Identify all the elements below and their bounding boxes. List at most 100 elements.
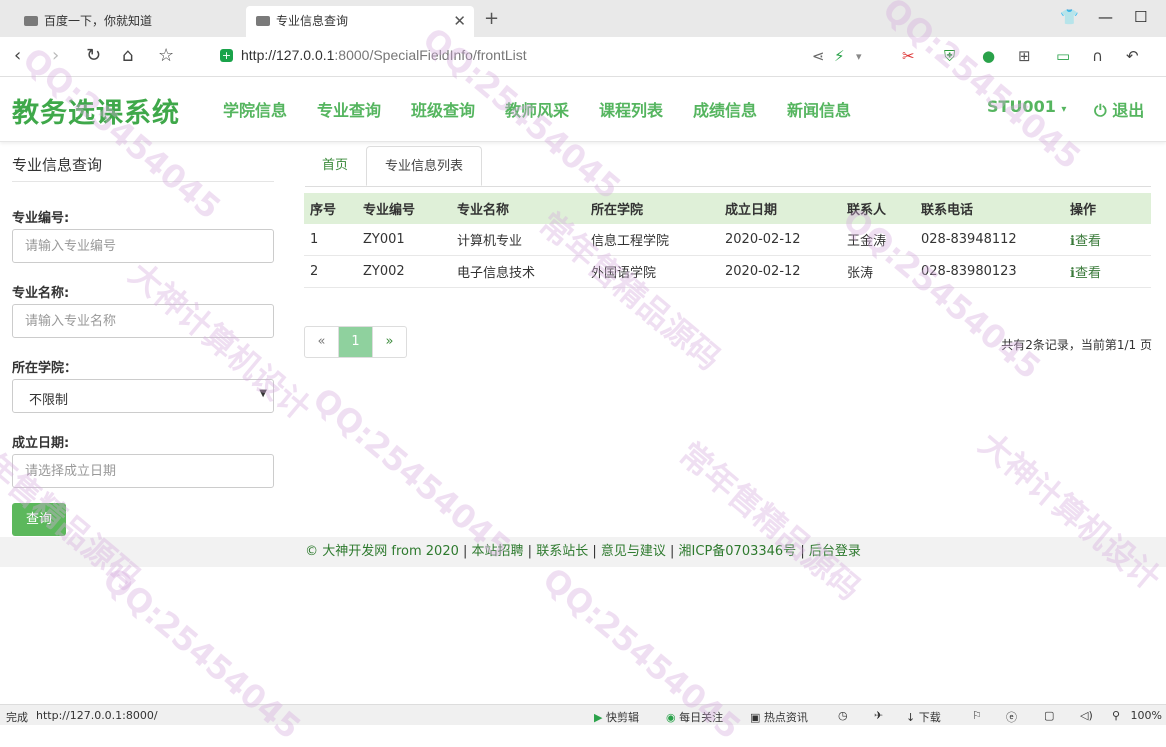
nav-major-query[interactable]: 专业查询 xyxy=(317,97,381,121)
footer-link-feedback[interactable]: 意见与建议 xyxy=(601,544,666,559)
user-menu[interactable]: STU001 ▾ xyxy=(987,97,1066,116)
tab-divider xyxy=(305,186,1151,187)
lightning-icon[interactable]: ⚡ xyxy=(834,47,845,65)
cell: 外国语学院 xyxy=(585,255,719,288)
nav-news[interactable]: 新闻信息 xyxy=(787,97,851,121)
footer-copyright: © 大神开发网 from 2020 xyxy=(305,544,459,559)
sidebar-title: 专业信息查询 xyxy=(12,156,103,174)
date-label: 成立日期: xyxy=(12,436,70,451)
nav-class-query[interactable]: 班级查询 xyxy=(411,97,475,121)
pager-prev[interactable]: « xyxy=(305,327,339,357)
nav-teachers[interactable]: 教师风采 xyxy=(505,97,569,121)
back-icon[interactable]: ‹ xyxy=(14,45,21,66)
cell: 2020-02-12 xyxy=(719,255,841,288)
sound-icon[interactable]: ◁) xyxy=(1080,709,1093,722)
chevron-down-icon[interactable]: ▾ xyxy=(856,50,862,63)
hot-news-item[interactable]: ▣ 热点资讯 xyxy=(750,709,808,725)
browser-tab-active[interactable]: 专业信息查询 ✕ xyxy=(246,6,474,37)
select-caret-icon: ▼ xyxy=(259,388,267,399)
reload-icon[interactable]: ↻ xyxy=(86,45,101,66)
news-icon: ▣ xyxy=(750,711,761,724)
record-info: 共有2条记录，当前第1/1 页 xyxy=(1001,338,1152,352)
pagination: « 1 » xyxy=(304,326,407,358)
battery-icon[interactable]: ▭ xyxy=(1056,47,1070,65)
col-header: 成立日期 xyxy=(719,193,841,224)
nav-scores[interactable]: 成绩信息 xyxy=(693,97,757,121)
cell: 2020-02-12 xyxy=(719,224,841,256)
shirt-icon[interactable]: 👕 xyxy=(1060,8,1079,26)
minimize-icon[interactable]: — xyxy=(1098,8,1113,26)
power-icon: ⏻ xyxy=(1094,101,1107,120)
ie-icon[interactable]: ⓔ xyxy=(1006,709,1017,725)
footer-link-contact[interactable]: 联系站长 xyxy=(536,544,588,559)
nav-course-list[interactable]: 课程列表 xyxy=(599,97,663,121)
forward-icon[interactable]: › xyxy=(52,45,59,66)
pager-next[interactable]: » xyxy=(373,327,406,357)
apps-icon[interactable]: ⊞ xyxy=(1018,47,1031,65)
share-icon[interactable]: ⋖ xyxy=(812,47,825,65)
undo-icon[interactable]: ↶ xyxy=(1126,47,1139,65)
new-tab-icon[interactable]: + xyxy=(484,8,499,29)
daily-follow-item[interactable]: ◉ 每日关注 xyxy=(666,709,723,725)
col-header: 专业名称 xyxy=(451,193,585,224)
tab-home[interactable]: 首页 xyxy=(305,146,365,186)
status-url: http://127.0.0.1:8000/ xyxy=(36,709,158,722)
daily-follow-label: 每日关注 xyxy=(679,711,724,724)
zoom-level[interactable]: 100% xyxy=(1131,709,1162,722)
college-select-value: 不限制 xyxy=(29,393,69,408)
green-circle-icon[interactable]: ● xyxy=(982,47,995,65)
site-brand[interactable]: 教务选课系统 xyxy=(12,91,180,130)
site-navbar: 教务选课系统 学院信息 专业查询 班级查询 教师风采 课程列表 成绩信息 新闻信… xyxy=(0,77,1166,142)
watermark: 大神计算机设计 xyxy=(971,424,1166,598)
browser-tab-baidu[interactable]: 百度一下，你就知道 xyxy=(0,6,244,37)
date-input[interactable] xyxy=(12,454,274,488)
shield-icon[interactable]: ⛨ xyxy=(944,47,955,65)
play-icon: ▶ xyxy=(594,711,603,724)
headphones-icon[interactable]: ∩ xyxy=(1092,47,1103,65)
footer-link-admin[interactable]: 后台登录 xyxy=(809,544,861,559)
browser-tab-title: 专业信息查询 xyxy=(276,14,349,28)
clock-icon[interactable]: ◷ xyxy=(838,709,848,722)
footer-link-jobs[interactable]: 本站招聘 xyxy=(472,544,524,559)
cell: ZY001 xyxy=(357,224,451,256)
quick-clip-item[interactable]: ▶ 快剪辑 xyxy=(594,709,639,725)
divider xyxy=(12,181,274,182)
cell: 电子信息技术 xyxy=(451,255,585,288)
pager-page-current[interactable]: 1 xyxy=(339,327,373,357)
download-item[interactable]: ↓ 下载 xyxy=(906,709,941,725)
hot-news-label: 热点资讯 xyxy=(763,711,808,724)
download-icon: ↓ xyxy=(906,711,916,724)
close-tab-icon[interactable]: ✕ xyxy=(453,6,466,37)
status-text: 完成 xyxy=(6,711,28,724)
address-bar[interactable]: http://127.0.0.1:8000/SpecialFieldInfo/f… xyxy=(241,47,527,63)
view-link[interactable]: ℹ查看 xyxy=(1064,224,1151,256)
view-link[interactable]: ℹ查看 xyxy=(1064,255,1151,288)
cell: 1 xyxy=(304,224,357,256)
rocket-icon[interactable]: ✈ xyxy=(874,709,883,722)
star-icon[interactable]: ☆ xyxy=(158,45,174,66)
footer-link-icp[interactable]: 湘ICP备0703346号 xyxy=(679,544,797,559)
col-header: 联系人 xyxy=(841,193,915,224)
query-button[interactable]: 查询 xyxy=(12,503,66,536)
cell: 信息工程学院 xyxy=(585,224,719,256)
window-icon[interactable]: ▢ xyxy=(1044,709,1054,722)
col-header: 联系电话 xyxy=(915,193,1064,224)
college-select[interactable]: 不限制 ▼ xyxy=(12,379,274,413)
maximize-icon[interactable]: ☐ xyxy=(1134,8,1147,26)
logout-link[interactable]: ⏻ 退出 xyxy=(1094,97,1144,121)
scissors-icon[interactable]: ✂ xyxy=(902,47,915,65)
zoom-icon[interactable]: ⚲ xyxy=(1112,709,1120,722)
browser-tab-title: 百度一下，你就知道 xyxy=(44,14,153,28)
major-name-input[interactable] xyxy=(12,304,274,338)
browser-toolbar: ‹ › ↻ ⌂ ☆ + http://127.0.0.1:8000/Specia… xyxy=(0,37,1166,77)
cell: ZY002 xyxy=(357,255,451,288)
home-icon[interactable]: ⌂ xyxy=(122,45,133,66)
nav-college-info[interactable]: 学院信息 xyxy=(223,97,287,121)
table-row: 1 ZY001 计算机专业 信息工程学院 2020-02-12 王金涛 028-… xyxy=(304,224,1151,256)
table-row: 2 ZY002 电子信息技术 外国语学院 2020-02-12 张涛 028-8… xyxy=(304,255,1151,288)
flag-icon[interactable]: ⚐ xyxy=(972,709,982,722)
quick-clip-label: 快剪辑 xyxy=(605,711,639,724)
major-code-label: 专业编号: xyxy=(12,211,70,226)
major-code-input[interactable] xyxy=(12,229,274,263)
tab-major-list[interactable]: 专业信息列表 xyxy=(366,146,482,186)
